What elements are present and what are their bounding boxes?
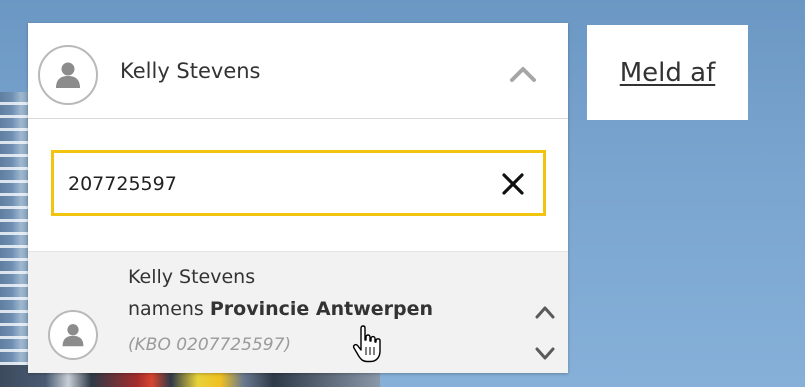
- header-user-name: Kelly Stevens: [120, 59, 261, 83]
- logout-label: Meld af: [619, 57, 716, 88]
- result-org-prefix: namens: [128, 298, 204, 320]
- chevron-up-icon[interactable]: [508, 61, 538, 85]
- logout-button[interactable]: Meld af: [587, 25, 748, 120]
- user-dropdown-panel: Kelly Stevens Kel: [28, 23, 568, 373]
- user-icon: [48, 310, 98, 360]
- search-input[interactable]: [68, 169, 458, 199]
- user-dropdown-header[interactable]: Kelly Stevens: [28, 23, 568, 119]
- chevron-down-icon[interactable]: [533, 344, 557, 364]
- search-results-list: Kelly Stevens namens Provincie Antwerpen…: [28, 251, 568, 373]
- result-organisation: namens Provincie Antwerpen: [128, 298, 433, 320]
- result-kbo-number: (KBO 0207725597): [128, 335, 292, 355]
- list-item[interactable]: Kelly Stevens namens Provincie Antwerpen…: [28, 252, 528, 374]
- search-box: [51, 150, 546, 216]
- background-building: [0, 92, 30, 387]
- search-section: [28, 119, 568, 251]
- close-icon[interactable]: [496, 167, 530, 201]
- user-icon: [38, 45, 98, 105]
- result-org-name: Provincie Antwerpen: [209, 298, 434, 320]
- result-user-name: Kelly Stevens: [128, 266, 256, 288]
- chevron-up-icon[interactable]: [533, 302, 557, 322]
